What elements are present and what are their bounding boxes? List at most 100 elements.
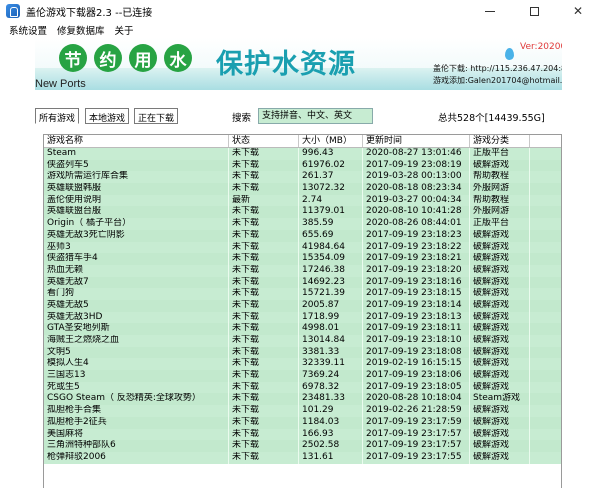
table-row[interactable]: 美国麻将 未下载 166.93 2017-09-19 23:17:57 破解游戏	[44, 428, 561, 441]
maximize-icon	[529, 6, 539, 16]
table-row[interactable]: 英雄联盟台服 未下载 11379.01 2020-08-10 10:41:28 外服网游	[44, 206, 561, 219]
cell-updated: 2020-08-28 10:18:04	[363, 393, 470, 406]
search-label: 搜索	[232, 113, 252, 124]
cell-name: 侠盗猎车手4	[44, 253, 229, 265]
cell-category: 破解游戏	[470, 428, 530, 441]
cell-status: 未下载	[229, 323, 299, 335]
table-row[interactable]: GTA圣安地列斯 未下载 4998.01 2017-09-19 23:18:11 破解游…	[44, 323, 561, 335]
tab-all-games[interactable]: 所有游戏	[35, 108, 80, 124]
table-row[interactable]: 英雄无敌3死亡阴影 未下载 655.69 2017-09-19 23:18:23 破解游…	[44, 229, 561, 242]
cell-updated: 2017-09-19 23:18:06	[363, 370, 470, 382]
column-header-size[interactable]: 大小（MB）	[299, 135, 363, 147]
cell-name: Steam	[44, 148, 229, 160]
cell-size: 41984.64	[299, 241, 363, 254]
table-row[interactable]: 热血无赖 未下载 17246.38 2017-09-19 23:18:20 破解游戏	[44, 264, 561, 277]
table-row[interactable]: 英雄无敌7 未下载 14692.23 2017-09-19 23:18:16 破解游戏	[44, 276, 561, 289]
cell-name: GTA圣安地列斯	[44, 323, 229, 335]
cell-filler	[530, 242, 561, 254]
table-row[interactable]: 孤胆枪手2征兵 未下载 1184.03 2017-09-19 23:17:59 破解游戏	[44, 416, 561, 429]
cell-category: 外服网游	[470, 183, 530, 195]
cell-filler	[530, 288, 561, 300]
cell-status: 未下载	[229, 229, 299, 242]
cell-size: 17246.38	[299, 264, 363, 277]
cell-filler	[530, 393, 561, 405]
cell-updated: 2017-09-19 23:18:21	[363, 253, 470, 265]
menu-system-settings[interactable]: 系统设置	[4, 23, 52, 37]
cell-updated: 2017-09-19 23:08:19	[363, 159, 470, 172]
cell-status: 未下载	[229, 370, 299, 382]
column-header-status[interactable]: 状态	[229, 135, 299, 147]
cell-filler	[530, 405, 561, 417]
column-header-category[interactable]: 游戏分类	[470, 135, 530, 147]
cell-size: 261.37	[299, 171, 363, 184]
maximize-button[interactable]	[512, 0, 556, 22]
cell-category: 破解游戏	[470, 346, 530, 359]
cell-filler	[530, 358, 561, 370]
column-header-filler	[530, 135, 561, 147]
table-row[interactable]: 侠盗列车5 未下载 61976.02 2017-09-19 23:08:19 破解游戏	[44, 159, 561, 172]
table-row[interactable]: 英雄联盟韩服 未下载 13072.32 2020-08-18 08:23:34 外服网游	[44, 183, 561, 195]
minimize-button[interactable]	[468, 0, 512, 22]
slogan-char-3: 用	[129, 44, 157, 72]
table-row[interactable]: 看门狗 未下载 15721.39 2017-09-19 23:18:15 破解游戏	[44, 288, 561, 300]
cell-name: 盖伦使用说明	[44, 194, 229, 207]
cell-size: 4998.01	[299, 323, 363, 335]
cell-updated: 2017-09-19 23:18:10	[363, 335, 470, 347]
close-button[interactable]: ✕	[556, 0, 600, 22]
cell-filler	[530, 417, 561, 429]
table-row[interactable]: 三角洲特种部队6 未下载 2502.58 2017-09-19 23:17:57 破解游…	[44, 440, 561, 452]
cell-status: 未下载	[229, 416, 299, 429]
cell-updated: 2017-09-19 23:17:55	[363, 451, 470, 464]
cell-status: 未下载	[229, 335, 299, 347]
table-row[interactable]: 侠盗猎车手4 未下载 15354.09 2017-09-19 23:18:21 破解游戏	[44, 253, 561, 265]
cell-filler	[530, 265, 561, 277]
cell-status: 未下载	[229, 253, 299, 265]
column-header-name[interactable]: 游戏名称	[44, 135, 229, 147]
cell-name: 英雄联盟韩服	[44, 183, 229, 195]
cell-updated: 2020-08-18 08:23:34	[363, 183, 470, 195]
cell-category: 破解游戏	[470, 335, 530, 347]
table-row[interactable]: 三国志13 未下载 7369.24 2017-09-19 23:18:06 破解游戏	[44, 370, 561, 382]
table-row[interactable]: 孤胆枪手合集 未下载 101.29 2019-02-26 21:28:59 破解游戏	[44, 405, 561, 417]
tab-local-games[interactable]: 本地游戏	[85, 108, 130, 124]
tab-downloading[interactable]: 正在下载	[134, 108, 179, 124]
cell-filler	[530, 347, 561, 359]
cell-filler	[530, 440, 561, 452]
cell-filler	[530, 370, 561, 382]
cell-updated: 2020-08-27 13:01:46	[363, 148, 470, 160]
cell-updated: 2017-09-19 23:18:15	[363, 288, 470, 300]
table-row[interactable]: Steam 未下载 996.43 2020-08-27 13:01:46 正版平台	[44, 148, 561, 160]
cell-name: 英雄无敌3死亡阴影	[44, 229, 229, 242]
cell-category: 破解游戏	[470, 381, 530, 394]
cell-name: 美国麻将	[44, 428, 229, 441]
cell-category: 帮助教程	[470, 194, 530, 207]
table-row[interactable]: 英雄无敌3HD 未下载 1718.99 2017-09-19 23:18:13 破解游戏	[44, 311, 561, 324]
cell-filler	[530, 312, 561, 324]
total-count: 总共528个[14439.55G]	[438, 113, 545, 124]
table-row[interactable]: Origin（ 橘子平台） 未下载 385.59 2020-08-26 08:44:0…	[44, 218, 561, 230]
table-row[interactable]: 英雄无敌5 未下载 2005.87 2017-09-19 23:18:14 破解游戏	[44, 299, 561, 312]
cell-updated: 2017-09-19 23:17:57	[363, 440, 470, 452]
app-icon	[6, 4, 20, 18]
column-header-updated[interactable]: 更新时间	[363, 135, 470, 147]
cell-category: 破解游戏	[470, 264, 530, 277]
cell-name: 三国志13	[44, 370, 229, 382]
menu-repair-database[interactable]: 修复数据库	[52, 23, 110, 37]
table-row[interactable]: 巫师3 未下载 41984.64 2017-09-19 23:18:22 破解游戏	[44, 241, 561, 254]
table-row[interactable]: 海贼王之燃烧之血 未下载 13014.84 2017-09-19 23:18:10 破解…	[44, 335, 561, 347]
cell-filler	[530, 452, 561, 464]
table-row[interactable]: 文明5 未下载 3381.33 2017-09-19 23:18:08 破解游戏	[44, 346, 561, 359]
table-row[interactable]: 模拟人生4 未下载 32339.11 2019-02-19 16:15:15 破解游戏	[44, 358, 561, 371]
table-row[interactable]: CSGO Steam（ 反恐精英:全球攻势） 未下载 23481.33 2020-08…	[44, 393, 561, 406]
table-row[interactable]: 盖伦使用说明 最新 2.74 2019-03-27 00:04:34 帮助教程	[44, 194, 561, 207]
table-row[interactable]: 枪弹辩驳2006 未下载 131.61 2017-09-19 23:17:55 破解游戏	[44, 451, 561, 464]
cell-size: 61976.02	[299, 159, 363, 172]
menu-about[interactable]: 关于	[110, 23, 139, 37]
table-row[interactable]: 游戏所需运行库合集 未下载 261.37 2019-03-28 00:13:00 帮助教…	[44, 171, 561, 184]
table-row[interactable]: 死或生5 未下载 6978.32 2017-09-19 23:18:05 破解游戏	[44, 381, 561, 394]
cell-name: 枪弹辩驳2006	[44, 451, 229, 464]
search-input[interactable]	[258, 108, 373, 124]
cell-category: 破解游戏	[470, 241, 530, 254]
cell-filler	[530, 230, 561, 242]
new-ports-label: New Ports	[35, 78, 86, 90]
